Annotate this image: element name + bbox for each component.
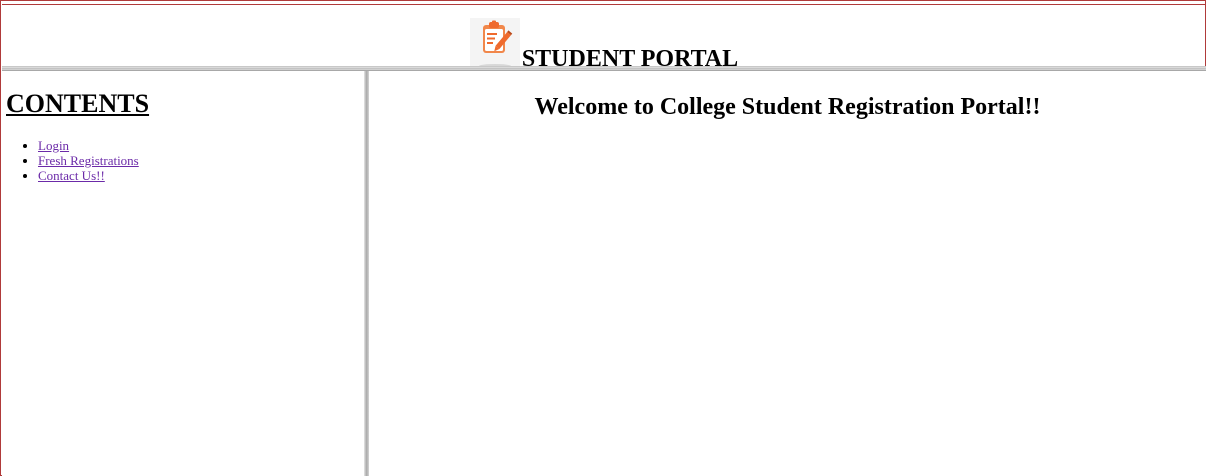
contents-heading: CONTENTS — [6, 89, 150, 118]
contents-frame: CONTENTS Login Fresh Registrations Conta… — [2, 71, 364, 476]
portal-window: STUDENT PORTAL CONTENTS Login Fresh Regi… — [0, 0, 1206, 476]
list-item: Fresh Registrations — [38, 153, 364, 168]
header-frame: STUDENT PORTAL — [2, 4, 1206, 71]
header-bar: STUDENT PORTAL — [2, 15, 1206, 71]
login-link[interactable]: Login — [38, 138, 69, 153]
clipboard-pencil-icon — [469, 18, 520, 70]
fresh-registrations-link[interactable]: Fresh Registrations — [38, 153, 139, 168]
welcome-heading: Welcome to College Student Registration … — [534, 94, 1041, 120]
list-item: Login — [38, 138, 364, 153]
contact-us-link[interactable]: Contact Us!! — [38, 168, 105, 183]
main-frame: Welcome to College Student Registration … — [369, 71, 1206, 476]
list-item: Contact Us!! — [38, 168, 364, 183]
contents-list: Login Fresh Registrations Contact Us!! — [2, 138, 364, 183]
